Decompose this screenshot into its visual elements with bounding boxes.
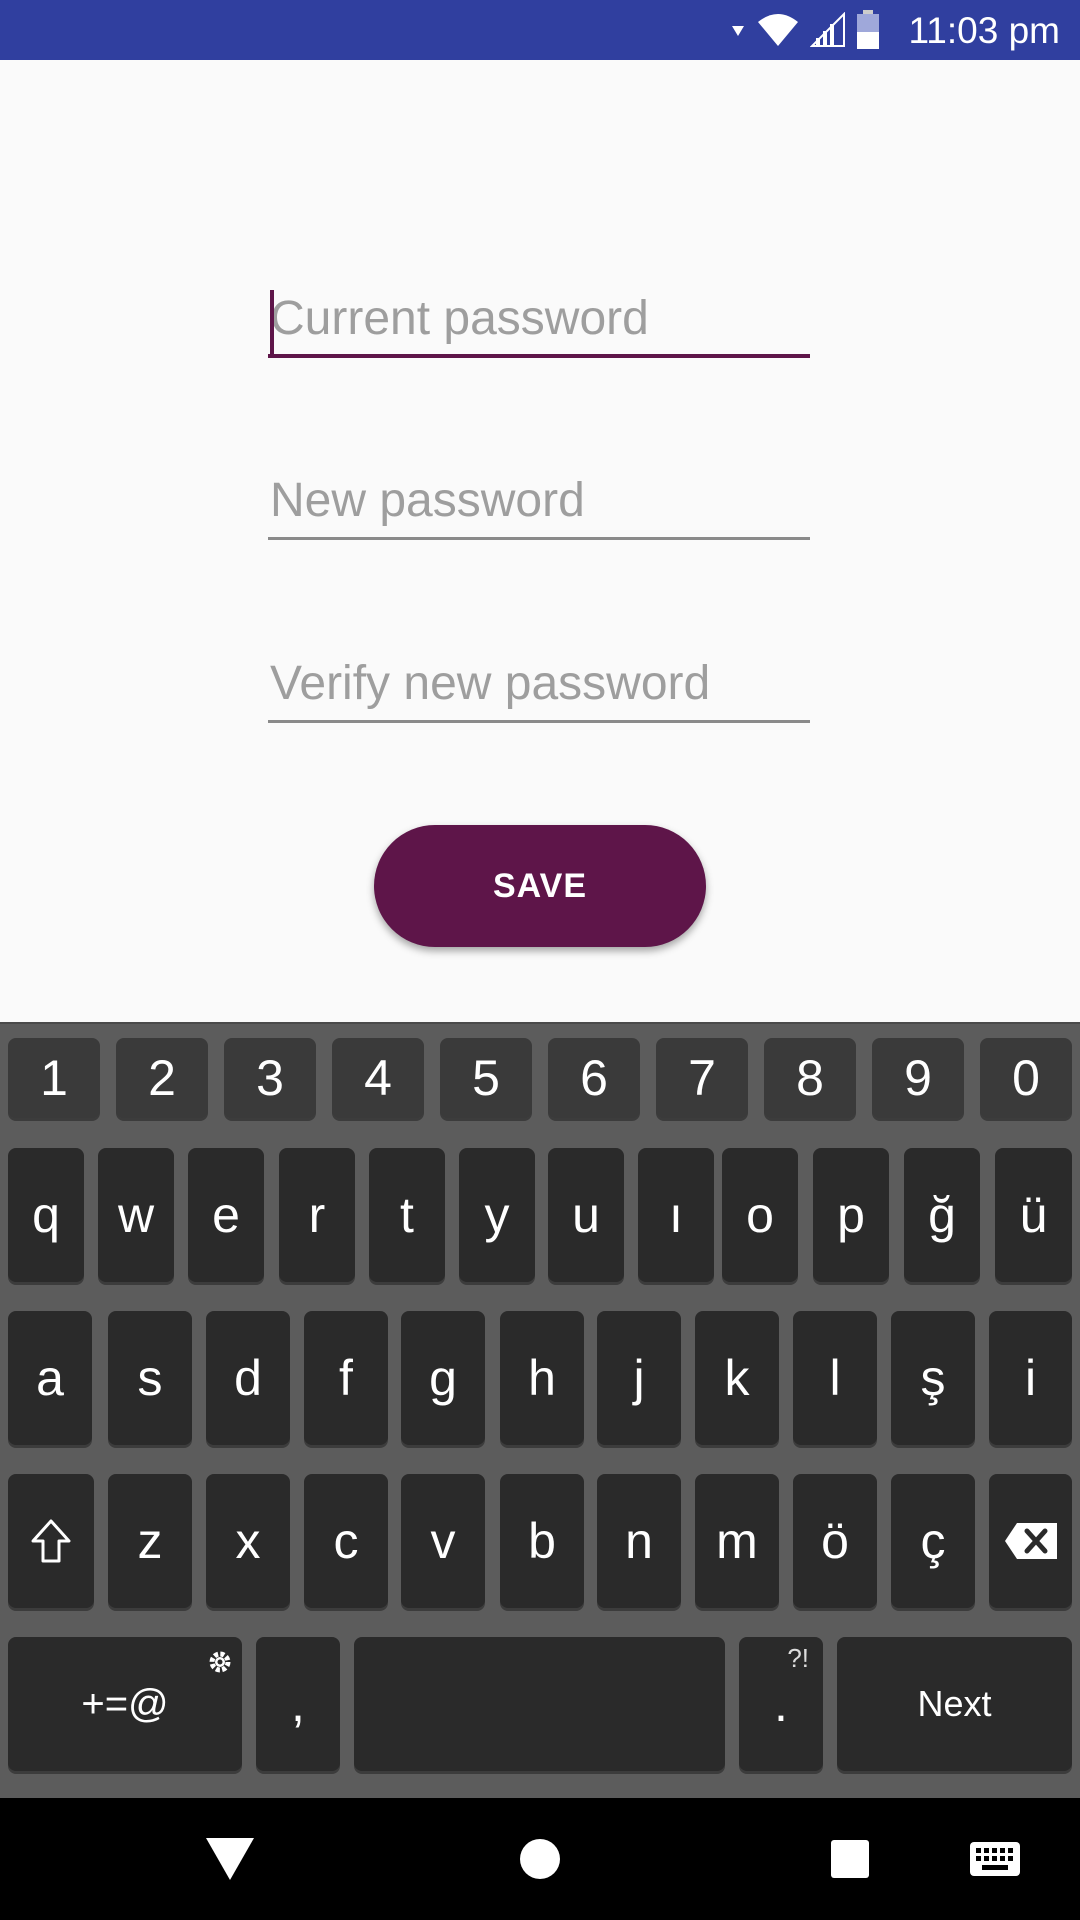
recents-button[interactable]: [810, 1798, 890, 1920]
status-icons: [730, 10, 880, 50]
battery-icon: [857, 10, 879, 49]
save-button[interactable]: SAVE: [374, 825, 706, 947]
key-a[interactable]: a: [8, 1311, 92, 1445]
soft-keyboard: 1 2 3 4 5 6 7 8 9 0 q w e r t y u ı o p …: [0, 1022, 1080, 1798]
verify-password-input[interactable]: [268, 643, 810, 723]
key-w[interactable]: w: [98, 1148, 174, 1282]
back-icon: [206, 1838, 254, 1880]
key-2[interactable]: 2: [116, 1038, 208, 1118]
key-8[interactable]: 8: [764, 1038, 856, 1118]
current-password-field[interactable]: [268, 278, 810, 358]
key-g[interactable]: g: [401, 1311, 485, 1445]
key-5[interactable]: 5: [440, 1038, 532, 1118]
key-c-cedilla[interactable]: ç: [891, 1474, 975, 1608]
back-button[interactable]: [190, 1798, 270, 1920]
key-v[interactable]: v: [401, 1474, 485, 1608]
key-z[interactable]: z: [108, 1474, 192, 1608]
key-t[interactable]: t: [369, 1148, 445, 1282]
key-9[interactable]: 9: [872, 1038, 964, 1118]
key-y[interactable]: y: [459, 1148, 535, 1282]
signal-icon: [810, 12, 845, 47]
key-n[interactable]: n: [597, 1474, 681, 1608]
key-q[interactable]: q: [8, 1148, 84, 1282]
key-s-cedilla[interactable]: ş: [891, 1311, 975, 1445]
period-label: .: [774, 1676, 788, 1732]
wifi-icon: [758, 14, 798, 46]
key-c[interactable]: c: [304, 1474, 388, 1608]
key-o[interactable]: o: [722, 1148, 798, 1282]
key-b[interactable]: b: [500, 1474, 584, 1608]
key-1[interactable]: 1: [8, 1038, 100, 1118]
key-f[interactable]: f: [304, 1311, 388, 1445]
period-key-hint: ?!: [787, 1643, 809, 1673]
home-button[interactable]: [500, 1798, 580, 1920]
current-password-underline: [268, 354, 810, 358]
download-arrow-icon: [732, 26, 744, 36]
key-o-umlaut[interactable]: ö: [793, 1474, 877, 1608]
status-time: 11:03 pm: [908, 10, 1060, 51]
key-u-umlaut[interactable]: ü: [995, 1148, 1072, 1282]
key-dotless-i[interactable]: ı: [638, 1148, 714, 1282]
key-dotted-i[interactable]: i: [989, 1311, 1072, 1445]
status-bar: 11:03 pm: [0, 0, 1080, 60]
next-key[interactable]: Next: [837, 1637, 1072, 1771]
verify-password-field[interactable]: [268, 643, 810, 723]
home-icon: [520, 1839, 560, 1879]
key-d[interactable]: d: [206, 1311, 290, 1445]
recents-icon: [831, 1840, 869, 1878]
key-r[interactable]: r: [279, 1148, 355, 1282]
symbols-key[interactable]: +=@: [8, 1637, 242, 1771]
new-password-field[interactable]: [268, 460, 810, 540]
key-s[interactable]: s: [108, 1311, 192, 1445]
key-7[interactable]: 7: [656, 1038, 748, 1118]
key-l[interactable]: l: [793, 1311, 877, 1445]
shift-icon: [31, 1519, 71, 1563]
period-key[interactable]: ?! .: [739, 1637, 823, 1771]
key-e[interactable]: e: [188, 1148, 264, 1282]
key-0[interactable]: 0: [980, 1038, 1072, 1118]
new-password-input[interactable]: [268, 460, 810, 540]
keyboard-switch-button[interactable]: [960, 1798, 1030, 1920]
new-password-underline: [268, 537, 810, 540]
navigation-bar: [0, 1798, 1080, 1920]
gear-icon: [206, 1641, 234, 1686]
text-cursor: [270, 290, 274, 354]
backspace-key[interactable]: [989, 1474, 1072, 1608]
key-6[interactable]: 6: [548, 1038, 640, 1118]
space-key[interactable]: [354, 1637, 725, 1771]
key-g-breve[interactable]: ğ: [904, 1148, 980, 1282]
key-3[interactable]: 3: [224, 1038, 316, 1118]
key-k[interactable]: k: [695, 1311, 779, 1445]
key-m[interactable]: m: [695, 1474, 779, 1608]
key-u[interactable]: u: [548, 1148, 624, 1282]
shift-key[interactable]: [8, 1474, 94, 1608]
key-4[interactable]: 4: [332, 1038, 424, 1118]
key-h[interactable]: h: [500, 1311, 584, 1445]
current-password-input[interactable]: [268, 278, 810, 358]
key-p[interactable]: p: [813, 1148, 889, 1282]
symbols-label: +=@: [81, 1681, 169, 1726]
key-j[interactable]: j: [597, 1311, 681, 1445]
key-x[interactable]: x: [206, 1474, 290, 1608]
verify-password-underline: [268, 720, 810, 723]
keyboard-switch-icon: [970, 1842, 1020, 1876]
backspace-icon: [1004, 1523, 1057, 1559]
comma-key[interactable]: ,: [256, 1637, 340, 1771]
